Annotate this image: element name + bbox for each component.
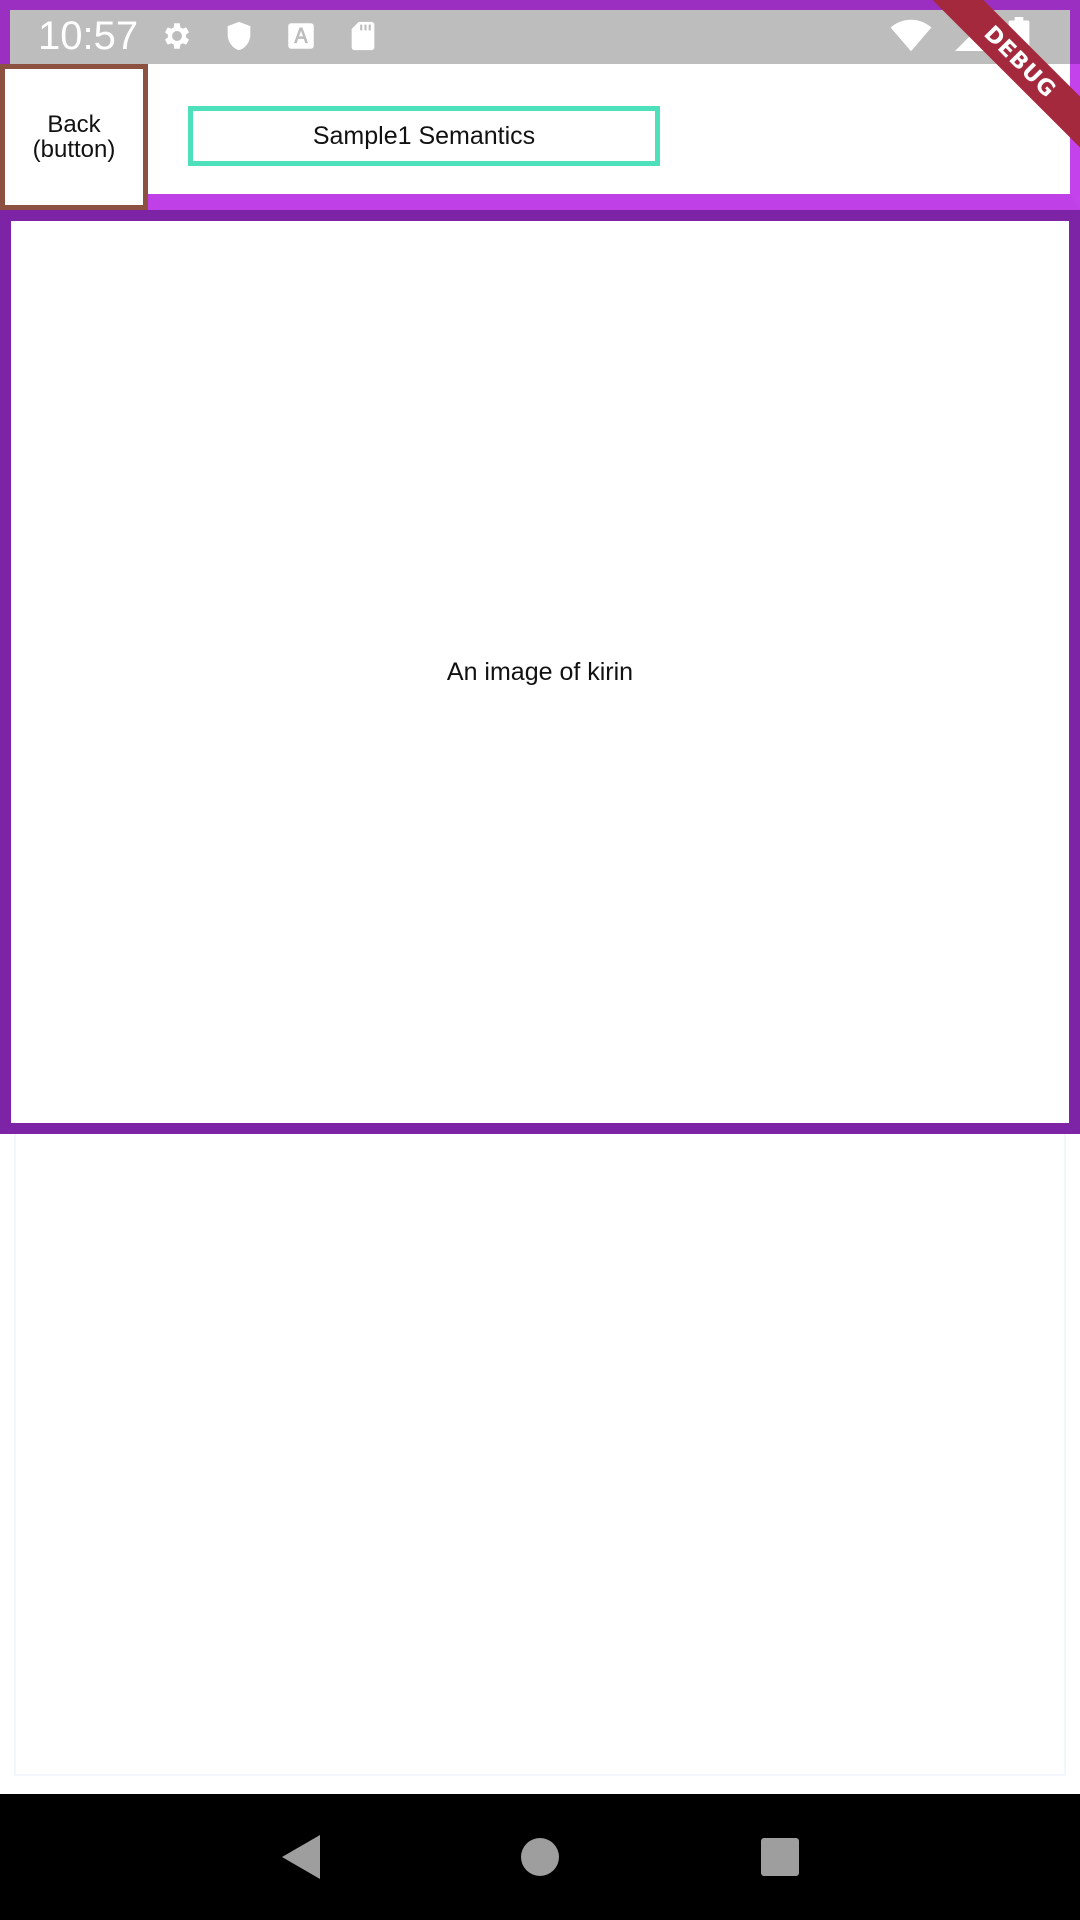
status-icons-left — [160, 16, 408, 56]
nav-back-button[interactable] — [270, 1827, 330, 1887]
page-title-text: Sample1 Semantics — [312, 121, 536, 150]
back-button[interactable]: Back (button) — [0, 64, 148, 210]
status-time: 10:57 — [38, 14, 139, 58]
body-area — [14, 1134, 1066, 1776]
kirin-image-region: An image of kirin — [0, 210, 1080, 1134]
home-circle-icon — [521, 1838, 559, 1876]
back-button-label: Back (button) — [32, 111, 116, 163]
gear-icon — [164, 23, 190, 49]
status-bar: 10:57 — [0, 0, 1080, 64]
navigation-bar — [0, 1794, 1080, 1920]
recents-square-icon — [761, 1838, 799, 1876]
a-letter-icon — [288, 23, 314, 49]
app-screen: 10:57 Back (button) Sample1 Semantics An… — [0, 0, 1080, 1920]
sd-card-icon — [351, 21, 375, 51]
back-triangle-icon — [282, 1835, 320, 1879]
nav-home-button[interactable] — [510, 1827, 570, 1887]
wifi-icon — [890, 19, 932, 52]
nav-recents-button[interactable] — [750, 1827, 810, 1887]
page-title: Sample1 Semantics — [188, 106, 660, 166]
shield-icon — [227, 21, 251, 51]
image-label: An image of kirin — [446, 657, 634, 686]
